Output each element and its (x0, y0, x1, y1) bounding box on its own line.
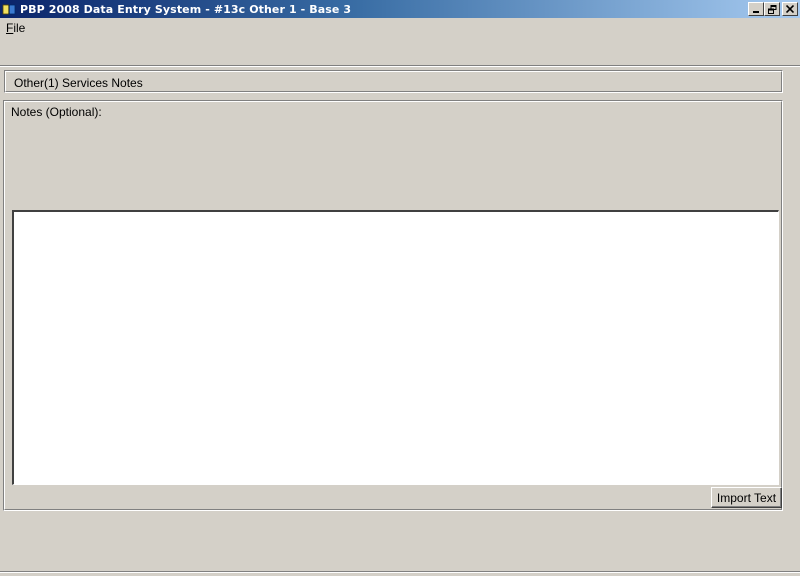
window-controls (748, 2, 798, 16)
app-book-icon[interactable] (2, 3, 16, 16)
notes-textarea[interactable] (12, 210, 779, 485)
menu-bar: File (0, 19, 800, 37)
close-button[interactable] (782, 2, 798, 16)
notes-label: Notes (Optional): (11, 105, 102, 119)
title-bar[interactable]: PBP 2008 Data Entry System - #13c Other … (0, 0, 800, 18)
bottom-separator (0, 571, 800, 573)
menu-separator (0, 65, 800, 67)
menu-file[interactable]: File (0, 21, 31, 35)
close-icon (786, 5, 794, 13)
restore-button[interactable] (764, 2, 780, 16)
import-text-button[interactable]: Import Text (711, 487, 782, 508)
section-header: Other(1) Services Notes (4, 70, 783, 93)
minimize-icon (753, 11, 759, 13)
menu-file-label-rest: ile (13, 21, 26, 35)
window-title: PBP 2008 Data Entry System - #13c Other … (20, 2, 352, 16)
minimize-button[interactable] (748, 2, 764, 16)
notes-group: Notes (Optional): Import Text (3, 100, 783, 511)
restore-icon (767, 4, 776, 14)
section-title: Other(1) Services Notes (14, 76, 143, 90)
